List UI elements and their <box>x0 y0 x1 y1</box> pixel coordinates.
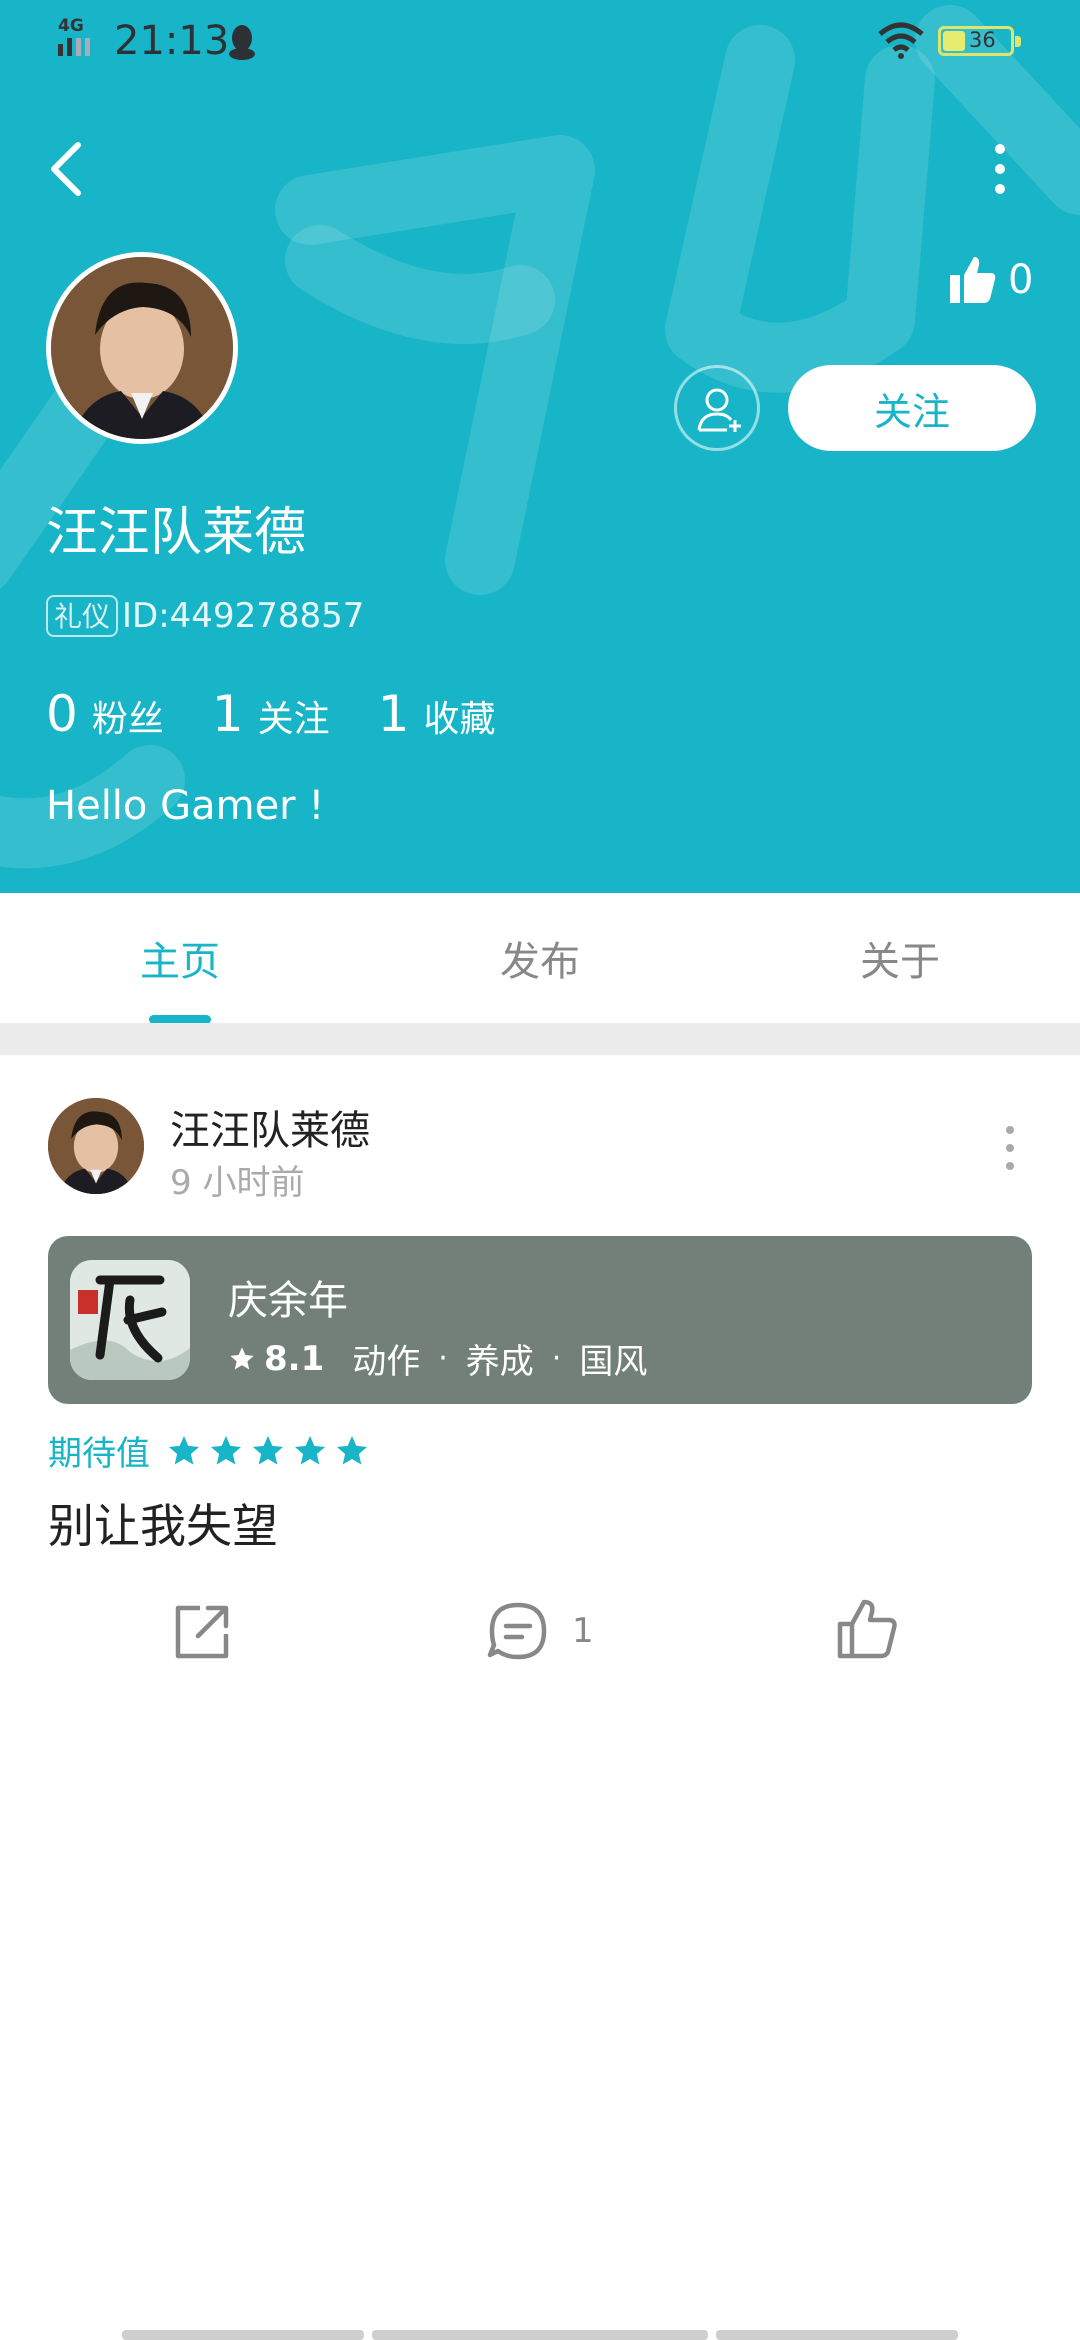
more-vertical-icon[interactable] <box>976 135 1024 203</box>
battery-fill <box>943 31 965 51</box>
post-author-avatar[interactable] <box>48 1098 144 1194</box>
star-icon <box>211 1435 241 1464</box>
game-card[interactable]: 庆余年 8.1 动作 · 养成 · 国风 <box>48 1236 1032 1404</box>
qq-penguin-icon <box>229 25 255 60</box>
star-icon <box>337 1435 367 1464</box>
tag-separator: · <box>551 1341 562 1376</box>
user-badge: 礼仪 <box>46 595 119 637</box>
post-actions: 1 <box>0 1590 1080 1670</box>
post-timestamp: 9 小时前 <box>170 1163 305 1203</box>
expectation-rating: 期待值 <box>48 1426 376 1475</box>
avatar-image <box>51 257 233 439</box>
game-logo-image <box>70 1260 190 1380</box>
user-id-line: 礼仪 ID:449278857 <box>46 595 364 637</box>
profile-avatar[interactable] <box>46 252 238 444</box>
section-divider <box>0 1023 1080 1055</box>
add-friend-button[interactable] <box>674 365 760 451</box>
post-author-name[interactable]: 汪汪队莱德 <box>170 1098 370 1156</box>
tab-about[interactable]: 关于 <box>720 893 1080 1023</box>
tag-separator: · <box>438 1341 448 1376</box>
post-more-icon[interactable] <box>992 1120 1028 1176</box>
thumbs-up-icon[interactable] <box>834 1596 900 1662</box>
expectation-label: 期待值 <box>48 1434 150 1474</box>
battery-level: 36 <box>969 28 996 52</box>
post-text: 别让我失望 <box>48 1499 278 1553</box>
clock: 21:13 <box>114 18 230 64</box>
stat-number: 0 <box>46 685 78 743</box>
star-icon <box>169 1435 199 1464</box>
thumbs-up-icon <box>950 257 996 303</box>
profile-username: 汪汪队莱德 <box>46 503 307 563</box>
likes-count: 0 <box>1008 257 1034 303</box>
avatar-image <box>48 1098 144 1194</box>
stat-label: 关注 <box>257 699 330 740</box>
game-tag: 动作 <box>352 1342 421 1382</box>
user-id: ID:449278857 <box>122 596 365 636</box>
stat-favorites[interactable]: 1 收藏 <box>378 685 496 743</box>
comment-count: 1 <box>572 1611 594 1651</box>
expectation-stars <box>166 1433 376 1469</box>
tab-posts[interactable]: 发布 <box>360 893 720 1023</box>
profile-stats: 0 粉丝 1 关注 1 收藏 <box>46 685 543 743</box>
profile-header: 4G 21:13 36 0 关注 汪汪队莱德 礼仪 ID:449278857 0… <box>0 0 1080 893</box>
share-icon[interactable] <box>170 1598 236 1664</box>
comment-button[interactable]: 1 <box>486 1598 606 1664</box>
battery-icon: 36 <box>938 26 1021 56</box>
game-rating: 8.1 <box>264 1338 325 1379</box>
stat-label: 收藏 <box>423 699 496 740</box>
add-user-icon <box>697 388 741 432</box>
game-name: 庆余年 <box>228 1278 348 1324</box>
profile-tabs: 主页 发布 关于 <box>0 893 1080 1023</box>
nav-bar-segment <box>122 2330 364 2340</box>
status-bar: 4G 21:13 36 <box>0 0 1080 80</box>
game-tag: 国风 <box>579 1342 648 1382</box>
follow-button[interactable]: 关注 <box>788 365 1036 451</box>
stat-fans[interactable]: 0 粉丝 <box>46 685 164 743</box>
wifi-icon <box>878 22 924 59</box>
profile-likes[interactable]: 0 <box>948 250 1033 310</box>
stat-number: 1 <box>377 685 410 743</box>
stat-following[interactable]: 1 关注 <box>212 685 330 743</box>
game-tag: 养成 <box>465 1342 534 1382</box>
game-icon <box>70 1260 190 1380</box>
star-icon <box>230 1346 254 1369</box>
back-arrow-icon[interactable] <box>38 135 98 203</box>
stat-label: 粉丝 <box>91 699 164 740</box>
signal-icon <box>58 38 90 56</box>
stat-number: 1 <box>211 685 244 743</box>
tab-home[interactable]: 主页 <box>0 893 360 1023</box>
star-icon <box>295 1435 325 1464</box>
nav-bar-segment <box>372 2330 708 2340</box>
star-icon <box>253 1435 283 1464</box>
game-meta: 8.1 动作 · 养成 · 国风 <box>228 1334 647 1383</box>
nav-bar-segment <box>716 2330 958 2340</box>
profile-bio: Hello Gamer ! <box>46 783 325 829</box>
comment-icon <box>487 1602 547 1660</box>
